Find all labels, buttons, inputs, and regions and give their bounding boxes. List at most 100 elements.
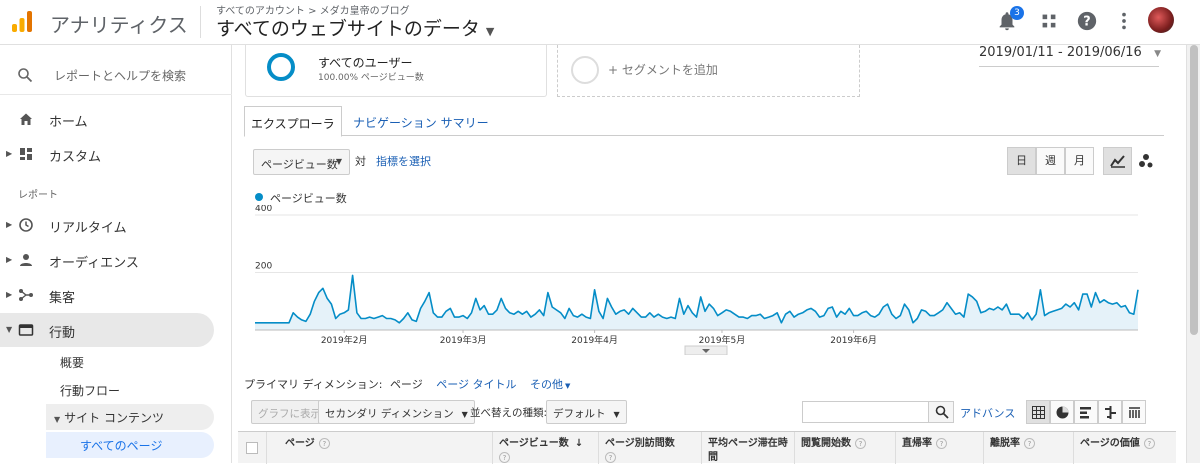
sidebar-item-label: リアルタイム	[49, 221, 127, 236]
motion-chart-toggle[interactable]	[1131, 147, 1160, 175]
period-day-button[interactable]: 日	[1007, 147, 1036, 175]
col-label: ページの価値	[1080, 438, 1140, 449]
sidebar-item-acquisition[interactable]: ▶ 集客	[0, 278, 232, 312]
sidebar-item-label: サイト コンテンツ	[64, 411, 164, 425]
chevron-down-icon: ▼	[613, 410, 620, 419]
line-chart-icon	[1110, 155, 1125, 168]
sidebar-item-label: 集客	[49, 291, 76, 306]
date-range-picker[interactable]: 2019/01/11 - 2019/06/16 ▼	[979, 45, 1161, 67]
search-label: レポートとヘルプを検索	[54, 69, 187, 83]
pageviews-chart[interactable]: 400 200 2019年2月 2019年3月 2019年4月 2019年5月 2019年6…	[233, 205, 1200, 355]
add-segment-label: + セグメントを追加	[608, 63, 718, 77]
scrollbar[interactable]	[1186, 45, 1200, 463]
col-entrances[interactable]: 閲覧開始数?	[794, 432, 895, 464]
vs-label: 対	[355, 155, 366, 168]
report-main: すべてのユーザー 100.00% ページビュー数 + セグメントを追加 2019…	[233, 45, 1200, 464]
metric-select[interactable]: ページビュー数 ▼	[253, 149, 350, 175]
help-icon[interactable]: ?	[936, 437, 947, 449]
sidebar-item-audience[interactable]: ▶ オーディエンス	[0, 243, 232, 277]
col-bounce-rate[interactable]: 直帰率?	[895, 432, 983, 464]
secondary-dimension-select[interactable]: セカンダリ ディメンション ▼	[318, 400, 475, 424]
col-page-value[interactable]: ページの価値?	[1073, 432, 1176, 464]
col-page[interactable]: ページ?	[266, 432, 492, 464]
primary-dimension-value[interactable]: ページ	[390, 378, 423, 391]
dimension-other-link[interactable]: その他	[530, 378, 563, 391]
bar-chart-icon	[1080, 407, 1091, 419]
period-week-button[interactable]: 週	[1036, 147, 1065, 175]
col-unique-pageviews[interactable]: ページ別訪問数?	[598, 432, 701, 464]
app-name: アナリティクス	[50, 13, 188, 37]
data-view-button[interactable]	[1026, 400, 1050, 424]
y-tick-label: 200	[255, 262, 272, 272]
col-exit-rate[interactable]: 離脱率?	[983, 432, 1073, 464]
percentage-view-button[interactable]	[1050, 400, 1074, 424]
report-search[interactable]: レポートとヘルプを検索	[0, 57, 232, 93]
sort-type-select[interactable]: デフォルト ▼	[546, 400, 627, 424]
help-icon[interactable]: ?	[605, 451, 616, 463]
x-tick-label: 2019年2月	[321, 334, 368, 346]
table-search-input[interactable]	[802, 401, 929, 423]
analytics-logo[interactable]	[10, 9, 34, 33]
tab-explorer[interactable]: エクスプローラ	[244, 106, 342, 137]
col-pageviews[interactable]: ページビュー数 ↓?	[492, 432, 598, 464]
col-avg-time[interactable]: 平均ページ滞在時間	[701, 432, 794, 464]
help-icon[interactable]: ?	[499, 451, 510, 463]
x-tick-label: 2019年4月	[571, 334, 618, 346]
sidebar-item-realtime[interactable]: ▶ リアルタイム	[0, 208, 232, 242]
sidebar-subitem-overview[interactable]: 概要	[60, 354, 84, 371]
view-selector[interactable]: すべてのウェブサイトのデータ ▼	[216, 14, 494, 41]
dashboard-icon	[20, 148, 32, 160]
avatar[interactable]	[1148, 7, 1174, 33]
y-tick-label: 400	[255, 205, 272, 214]
period-month-button[interactable]: 月	[1065, 147, 1094, 175]
segment-card[interactable]: すべてのユーザー 100.00% ページビュー数	[245, 45, 547, 97]
date-range-text: 2019/01/11 - 2019/06/16	[979, 45, 1142, 60]
help-icon[interactable]: ?	[1076, 10, 1098, 32]
clock-icon	[19, 218, 33, 232]
chevron-down-icon: ▼	[1154, 49, 1161, 59]
help-icon[interactable]: ?	[1024, 437, 1035, 449]
secondary-dimension-label: セカンダリ ディメンション	[325, 408, 454, 420]
sidebar-subitem-behavior-flow[interactable]: 行動フロー	[60, 382, 120, 399]
table-search-button[interactable]	[928, 401, 954, 423]
sort-down-icon: ↓	[574, 438, 584, 449]
sidebar-subitem-all-pages[interactable]: すべてのページ	[46, 432, 214, 458]
comparison-view-button[interactable]	[1098, 400, 1122, 424]
x-tick-label: 2019年6月	[830, 334, 877, 346]
help-icon[interactable]: ?	[855, 437, 866, 449]
performance-view-button[interactable]	[1074, 400, 1098, 424]
advanced-filter-link[interactable]: アドバンス	[960, 405, 1015, 421]
line-chart-toggle[interactable]	[1103, 147, 1132, 175]
series-area	[255, 275, 1138, 330]
sidebar-item-behavior[interactable]: ▼ 行動	[0, 313, 214, 347]
chevron-down-icon: ▼	[461, 410, 468, 419]
expand-arrow-icon: ▶	[6, 149, 13, 158]
segment-ring-icon	[267, 53, 295, 81]
sidebar: レポートとヘルプを検索 ホーム ▶ カスタム レポート ▶ リアルタイム ▶ オ…	[0, 45, 232, 463]
metric-select-value: ページビュー数	[261, 158, 338, 171]
term-cloud-view-button[interactable]	[1122, 400, 1146, 424]
dimension-page-title-link[interactable]: ページ タイトル	[436, 378, 516, 391]
col-label: 離脱率	[990, 438, 1020, 449]
tab-navigation-summary[interactable]: ナビゲーション サマリー	[347, 106, 495, 137]
legend-label: ページビュー数	[270, 192, 347, 205]
sidebar-item-home[interactable]: ホーム	[0, 102, 232, 136]
col-label: ページビュー数	[499, 438, 569, 449]
sidebar-subitem-site-content[interactable]: ▼ サイト コンテンツ	[46, 404, 214, 430]
divider	[0, 94, 232, 95]
apps-grid-icon[interactable]	[1038, 10, 1060, 32]
help-icon[interactable]: ?	[318, 437, 330, 449]
expand-arrow-icon: ▶	[6, 220, 13, 229]
sidebar-item-custom[interactable]: ▶ カスタム	[0, 137, 232, 171]
search-icon	[935, 405, 949, 419]
expand-arrow-icon: ▶	[6, 255, 13, 264]
help-icon[interactable]: ?	[1143, 437, 1155, 449]
sidebar-item-label: オーディエンス	[49, 256, 139, 271]
add-segment-button[interactable]: + セグメントを追加	[557, 45, 860, 97]
notification-badge: 3	[1010, 6, 1024, 20]
plot-rows-button[interactable]: グラフに表示	[251, 400, 328, 424]
more-vert-icon[interactable]	[1113, 10, 1135, 32]
select-metric-link[interactable]: 指標を選択	[376, 153, 431, 169]
scrollbar-thumb[interactable]	[1190, 45, 1198, 335]
select-all-checkbox[interactable]	[246, 442, 258, 454]
